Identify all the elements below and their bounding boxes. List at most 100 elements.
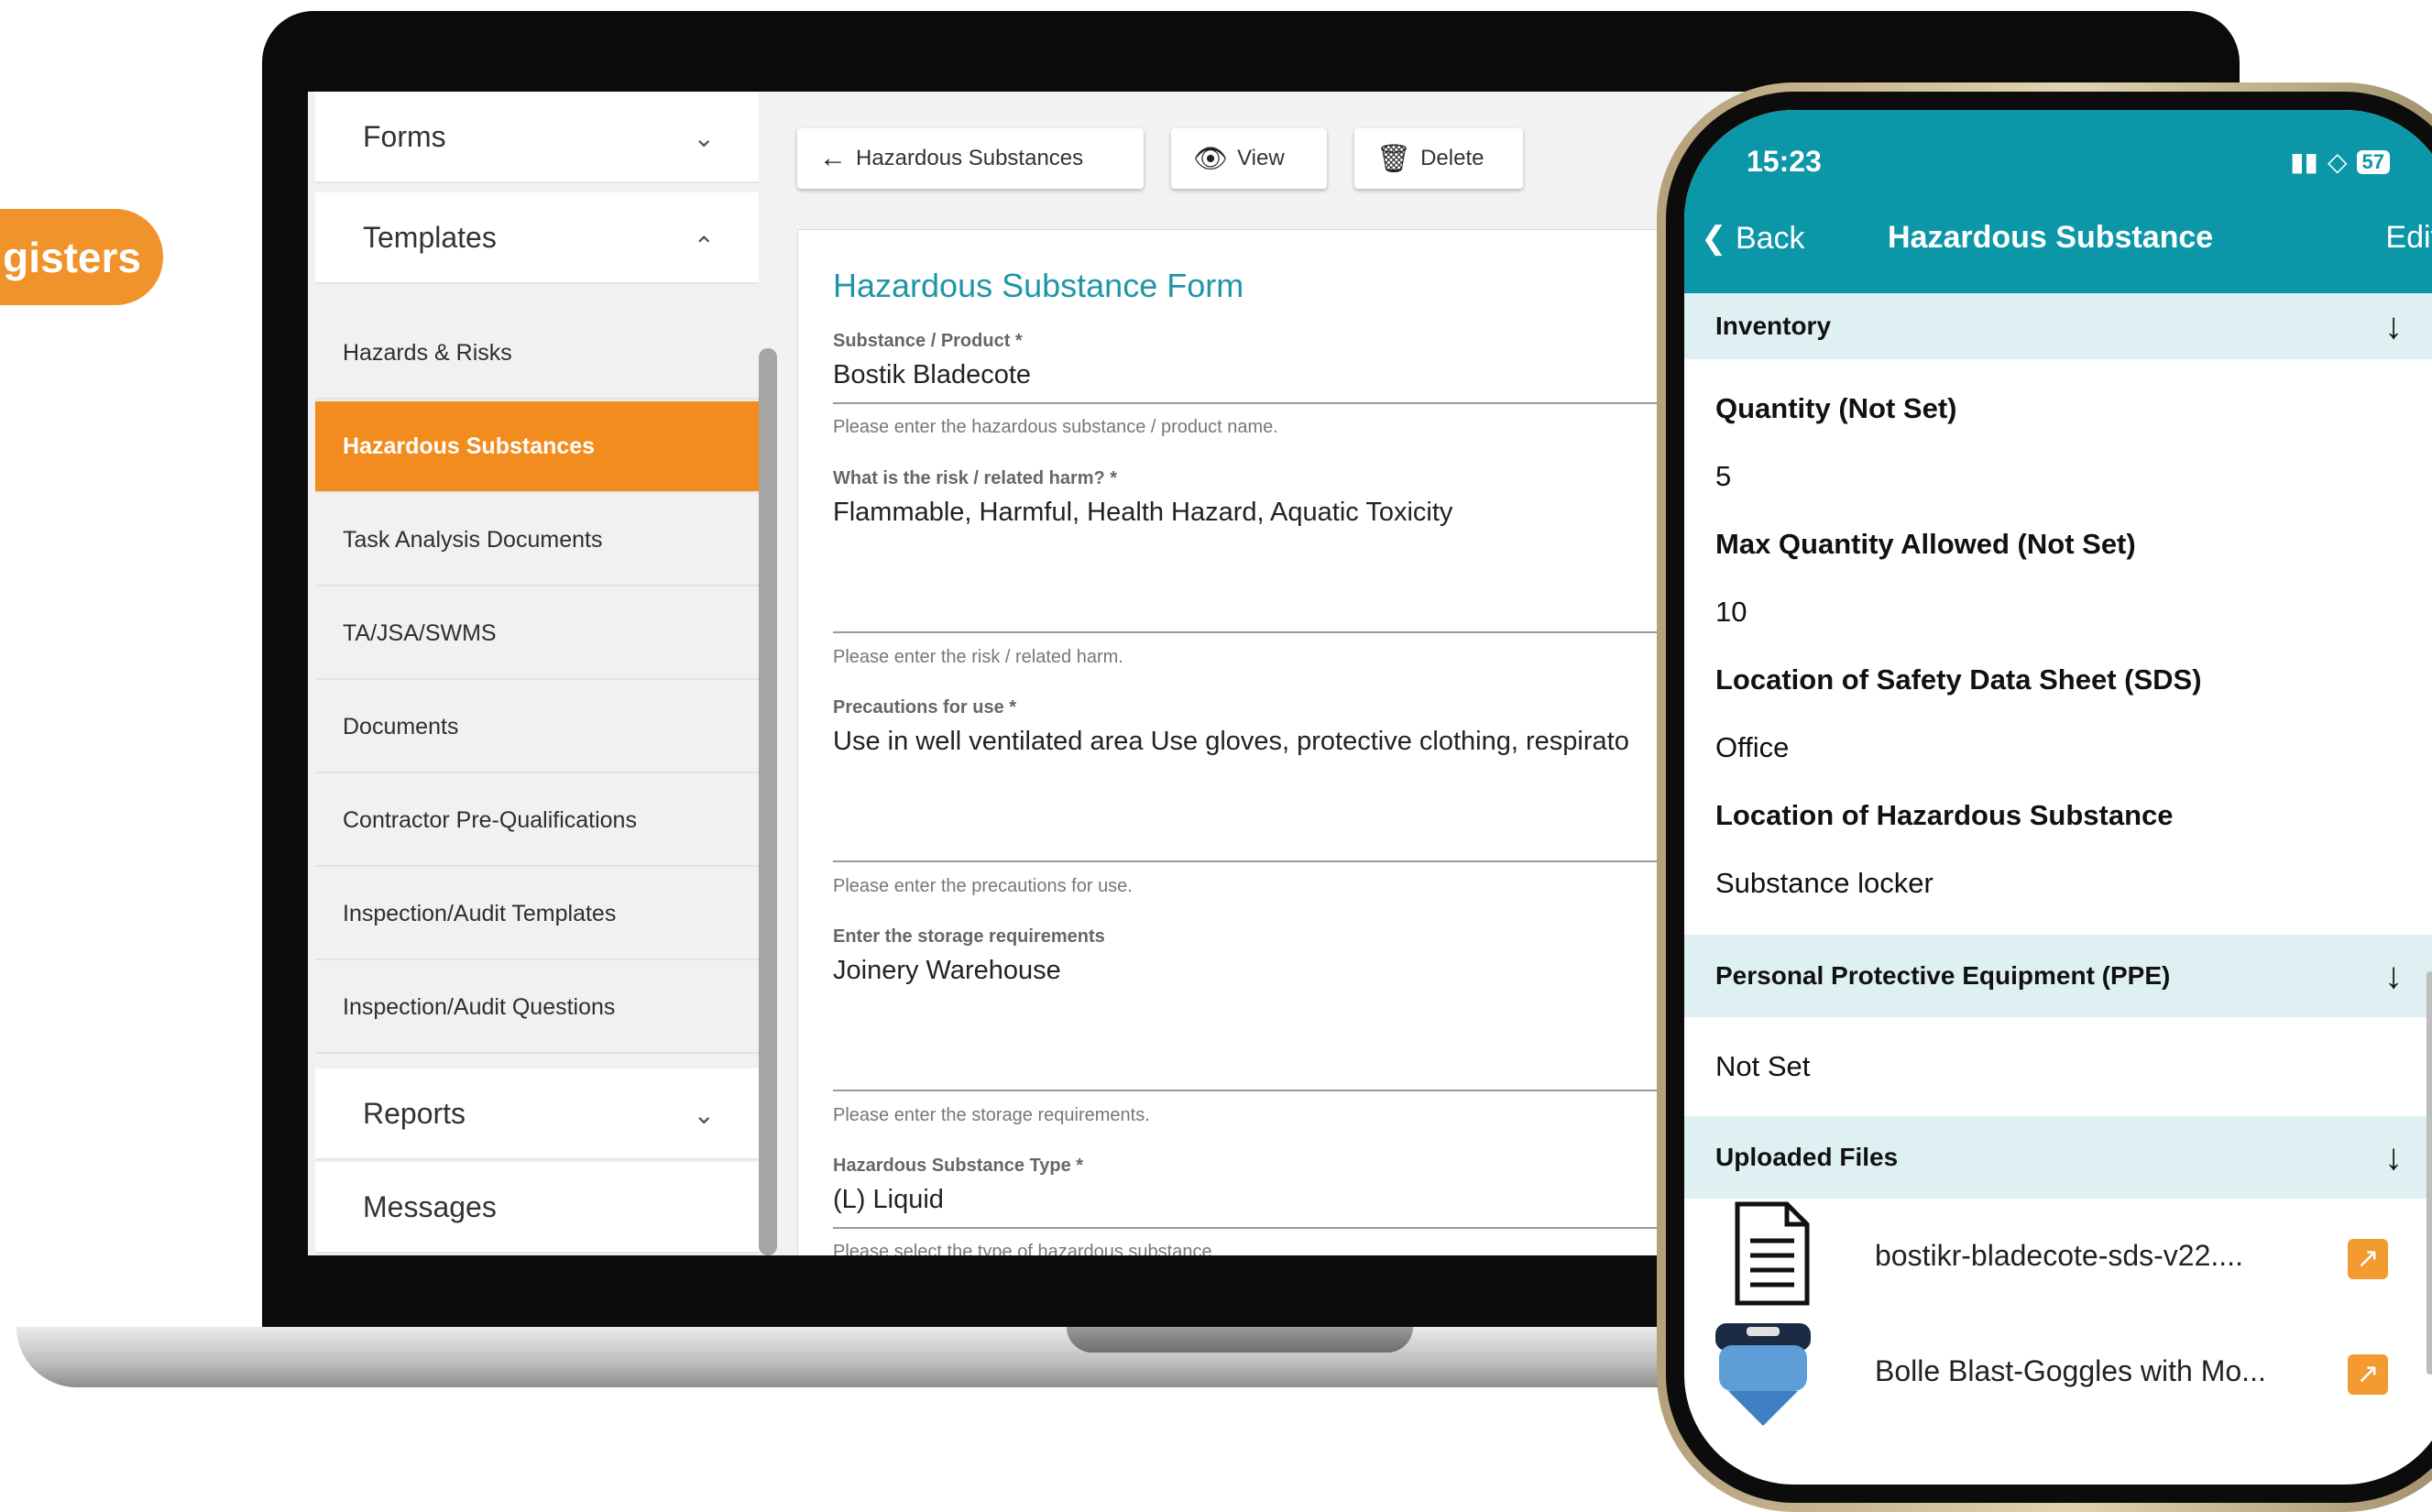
signal-icon: ▮▮ — [2290, 148, 2318, 176]
sidebar-item-inspection-questions[interactable]: Inspection/Audit Questions — [315, 962, 759, 1054]
sidebar-group-label: Forms — [363, 119, 446, 153]
open-external-icon[interactable]: ↗ — [2348, 1354, 2388, 1395]
sidebar-item-label: Contractor Pre-Qualifications — [343, 806, 637, 833]
file-name[interactable]: Bolle Blast-Goggles with Mo... — [1875, 1354, 2266, 1388]
document-icon — [1732, 1200, 1813, 1307]
back-button-label: Hazardous Substances — [856, 146, 1084, 170]
sidebar-scrollbar[interactable] — [759, 348, 777, 1255]
chevron-left-icon: ❮ — [1701, 221, 1727, 256]
inventory-section-header[interactable]: Inventory ↓ — [1684, 293, 2432, 359]
sidebar-group-label: Reports — [363, 1096, 466, 1130]
inventory-value: Substance locker — [1715, 867, 1934, 899]
form-title: Hazardous Substance Form — [833, 267, 1244, 304]
back-label: Back — [1735, 221, 1805, 256]
field-hint: Please enter the risk / related harm. — [833, 647, 1123, 667]
eye-icon: 👁 — [1193, 143, 1229, 174]
wifi-icon: ◇ — [2327, 148, 2348, 176]
sidebar-item-hazards-risks[interactable]: Hazards & Risks — [315, 308, 759, 400]
precautions-input[interactable]: Use in well ventilated area Use gloves, … — [833, 727, 1629, 757]
section-title: Personal Protective Equipment (PPE) — [1715, 961, 2171, 990]
field-label: Enter the storage requirements — [833, 926, 1105, 947]
phone-title: Hazardous Substance — [1888, 220, 2214, 255]
sidebar-group-forms[interactable]: Forms ⌄ — [315, 92, 759, 183]
inventory-value: 5 — [1715, 460, 1732, 492]
uploaded-files-section-header[interactable]: Uploaded Files ↓ — [1684, 1116, 2432, 1199]
arrow-down-icon: ↓ — [2384, 305, 2403, 346]
section-title: Uploaded Files — [1715, 1143, 1899, 1171]
sidebar-item-label: TA/JSA/SWMS — [343, 619, 497, 646]
phone-scrollbar[interactable] — [2427, 971, 2432, 1375]
ppe-value: Not Set — [1715, 1050, 1811, 1082]
trash-icon: 🗑 — [1376, 143, 1412, 174]
sidebar-item-label: Documents — [343, 713, 459, 740]
inventory-value: 10 — [1715, 596, 1747, 628]
inventory-label: Location of Hazardous Substance — [1715, 799, 2174, 831]
sidebar-group-reports[interactable]: Reports ⌄ — [315, 1068, 759, 1160]
inventory-label: Location of Safety Data Sheet (SDS) — [1715, 663, 2202, 696]
sidebar-group-label: Templates — [363, 220, 497, 254]
inventory-label: Quantity (Not Set) — [1715, 392, 1957, 424]
input-underline — [833, 1227, 1749, 1229]
sidebar-group-label: Messages — [363, 1189, 497, 1223]
registers-pill-text: gisters — [3, 233, 141, 281]
sidebar-item-inspection-templates[interactable]: Inspection/Audit Templates — [315, 869, 759, 960]
status-time: 15:23 — [1747, 145, 1822, 178]
sidebar-item-ta-jsa-swms[interactable]: TA/JSA/SWMS — [315, 588, 759, 680]
chevron-down-icon: ⌄ — [693, 1101, 715, 1129]
back-button[interactable]: ❮ Back — [1701, 220, 1805, 257]
field-hint: Please enter the hazardous substance / p… — [833, 417, 1278, 437]
sidebar-item-task-analysis[interactable]: Task Analysis Documents — [315, 495, 759, 586]
field-label: Substance / Product * — [833, 331, 1023, 351]
sidebar-group-messages[interactable]: Messages — [315, 1162, 759, 1254]
field-label: Hazardous Substance Type * — [833, 1156, 1084, 1176]
field-hint: Please enter the precautions for use. — [833, 876, 1133, 896]
sidebar-item-contractor-prequal[interactable]: Contractor Pre-Qualifications — [315, 775, 759, 867]
sidebar-item-label: Task Analysis Documents — [343, 526, 603, 553]
inventory-value: Office — [1715, 731, 1790, 763]
chevron-down-icon: ⌄ — [693, 124, 715, 152]
file-name[interactable]: bostikr-bladecote-sds-v22.... — [1875, 1239, 2243, 1273]
sidebar-group-templates[interactable]: Templates ⌃ — [315, 192, 759, 284]
substance-type-select[interactable]: (L) Liquid — [833, 1185, 944, 1215]
view-button-label: View — [1237, 146, 1285, 170]
inventory-label: Max Quantity Allowed (Not Set) — [1715, 528, 2136, 560]
laptop-base — [16, 1327, 1868, 1387]
input-underline — [833, 402, 1749, 404]
sidebar-item-label: Inspection/Audit Templates — [343, 900, 617, 926]
input-underline — [833, 631, 1749, 633]
risk-harm-input[interactable]: Flammable, Harmful, Health Hazard, Aquat… — [833, 498, 1452, 528]
input-underline — [833, 860, 1749, 862]
input-underline — [833, 1090, 1749, 1091]
laptop-notch — [1067, 1327, 1413, 1353]
arrow-left-icon: ← — [819, 143, 847, 173]
field-hint: Please select the type of hazardous subs… — [833, 1242, 1212, 1255]
hazardous-substance-form: Hazardous Substance Form Substance / Pro… — [797, 229, 1752, 1255]
open-external-icon[interactable]: ↗ — [2348, 1239, 2388, 1279]
sidebar-item-documents[interactable]: Documents — [315, 682, 759, 773]
back-to-hazardous-substances-button[interactable]: ← Hazardous Substances — [797, 128, 1144, 189]
edit-button[interactable]: Edit — [2385, 220, 2432, 256]
sidebar-item-label: Hazards & Risks — [343, 339, 512, 366]
status-icons: ▮▮ ◇ 57 — [2290, 147, 2390, 177]
phone-header: 15:23 ▮▮ ◇ 57 ❮ Back Hazardous Substance… — [1684, 110, 2432, 312]
registers-pill: gisters — [0, 209, 163, 305]
arrow-down-icon: ↓ — [2384, 1136, 2403, 1178]
substance-product-input[interactable]: Bostik Bladecote — [833, 360, 1031, 390]
field-label: Precautions for use * — [833, 697, 1017, 718]
delete-button-label: Delete — [1420, 146, 1484, 170]
field-label: What is the risk / related harm? * — [833, 468, 1118, 488]
sidebar-item-label: Hazardous Substances — [343, 433, 596, 459]
ppe-section-header[interactable]: Personal Protective Equipment (PPE) ↓ — [1684, 935, 2432, 1017]
section-title: Inventory — [1715, 312, 1832, 340]
sidebar-item-hazardous-substances[interactable]: Hazardous Substances — [315, 401, 759, 493]
delete-button[interactable]: 🗑 Delete — [1354, 128, 1523, 189]
storage-requirements-input[interactable]: Joinery Warehouse — [833, 956, 1061, 986]
sidebar: Forms ⌄ Templates ⌃ Hazards & Risks Haza… — [308, 92, 759, 1255]
goggles-thumbnail — [1710, 1318, 1816, 1428]
arrow-down-icon: ↓ — [2384, 955, 2403, 996]
phone-screen: 15:23 ▮▮ ◇ 57 ❮ Back Hazardous Substance… — [1684, 110, 2432, 1485]
view-button[interactable]: 👁 View — [1171, 128, 1327, 189]
field-hint: Please enter the storage requirements. — [833, 1105, 1150, 1125]
sidebar-item-label: Inspection/Audit Questions — [343, 993, 616, 1020]
battery-icon: 57 — [2356, 149, 2390, 174]
